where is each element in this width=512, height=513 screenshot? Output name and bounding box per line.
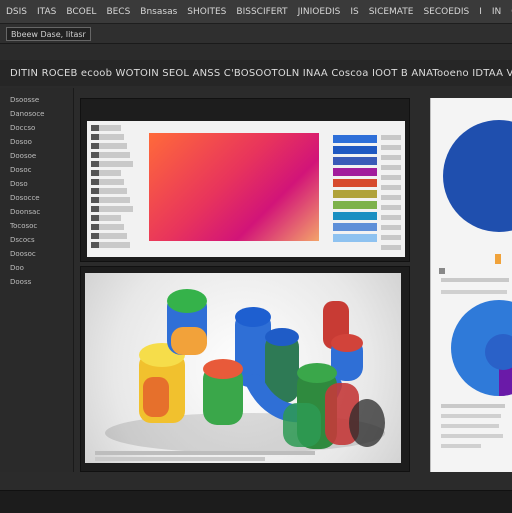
- mini-line: [381, 145, 401, 150]
- sidebar-item[interactable]: Doo: [10, 264, 70, 272]
- menu-item[interactable]: Bnsasas: [140, 7, 177, 17]
- mini-line: [381, 155, 401, 160]
- list-line: [91, 161, 133, 167]
- menu-bar: DSIS ITAS BCOEL BECS Bnsasas SHOITES BISSCIFER…: [0, 0, 512, 24]
- menu-item[interactable]: BCOEL: [66, 7, 96, 17]
- color-swatches: [333, 135, 377, 245]
- sidebar-item[interactable]: Doonsac: [10, 208, 70, 216]
- render-preview: [85, 273, 401, 463]
- list-line: [91, 143, 127, 149]
- menu-item[interactable]: BECS: [106, 7, 130, 17]
- sidebar-item[interactable]: Dosoo: [10, 138, 70, 146]
- mini-line: [381, 175, 401, 180]
- window-title: DITIN ROCEB ecoob WOTOIN SEOL ANSS C'BOS…: [10, 67, 512, 79]
- sidebar: Dsoosse Danosoce Doccso Dosoo Doosoe Dosoc Dos…: [0, 88, 74, 472]
- bottom-preview-panel: [80, 266, 410, 472]
- list-line: [91, 197, 130, 203]
- gradient-preview: [149, 133, 319, 241]
- menu-item[interactable]: BISSCIFERT: [236, 7, 287, 17]
- sidebar-item[interactable]: Dscocs: [10, 236, 70, 244]
- list-line: [91, 170, 121, 176]
- small-icon: [439, 268, 445, 274]
- render-scene: [95, 289, 385, 461]
- mini-line: [381, 235, 401, 240]
- menu-item[interactable]: ITAS: [37, 7, 56, 17]
- list-line: [91, 233, 127, 239]
- top-preview-list: [91, 125, 135, 251]
- menu-item[interactable]: IS: [350, 7, 358, 17]
- yellow-cylinder: [139, 343, 185, 423]
- mini-line: [381, 245, 401, 250]
- blue-circle: [443, 120, 512, 232]
- sidebar-item[interactable]: Doso: [10, 180, 70, 188]
- top-preview-canvas: [87, 121, 405, 257]
- mini-line: [381, 195, 401, 200]
- list-line: [91, 242, 130, 248]
- color-swatch[interactable]: [333, 168, 377, 176]
- mini-line: [381, 165, 401, 170]
- sidebar-item[interactable]: Dosocce: [10, 194, 70, 202]
- toolbar: Bbeew Dase, Iitasr: [0, 24, 512, 44]
- orange-marker: [495, 254, 501, 264]
- color-swatch[interactable]: [333, 234, 377, 242]
- list-line: [91, 179, 124, 185]
- toolbar-search-field[interactable]: Bbeew Dase, Iitasr: [6, 26, 91, 41]
- window-title-bar: DITIN ROCEB ecoob WOTOIN SEOL ANSS C'BOS…: [0, 60, 512, 86]
- list-line: [91, 188, 127, 194]
- list-line: [91, 206, 133, 212]
- menu-item[interactable]: SHOITES: [187, 7, 226, 17]
- list-line: [91, 125, 121, 131]
- sidebar-item[interactable]: Dsoosse: [10, 96, 70, 104]
- green-blue-cylinder: [167, 289, 207, 355]
- mini-line: [381, 135, 401, 140]
- right-charts: [439, 120, 512, 448]
- list-line: [91, 215, 121, 221]
- sidebar-item[interactable]: Dosoc: [10, 166, 70, 174]
- color-swatch[interactable]: [333, 212, 377, 220]
- list-line: [91, 134, 124, 140]
- sidebar-item[interactable]: Doosoc: [10, 250, 70, 258]
- color-swatch[interactable]: [333, 201, 377, 209]
- color-swatch[interactable]: [333, 135, 377, 143]
- top-preview-right-lines: [381, 135, 401, 255]
- menu-item[interactable]: SICEMATE: [369, 7, 414, 17]
- purple-blue-chart: [451, 300, 512, 396]
- mini-line: [381, 185, 401, 190]
- mini-line: [381, 225, 401, 230]
- sidebar-item[interactable]: Tocosoc: [10, 222, 70, 230]
- sidebar-item[interactable]: Doosoe: [10, 152, 70, 160]
- menu-item[interactable]: SECOEDIS: [423, 7, 469, 17]
- list-line: [91, 152, 130, 158]
- list-line: [91, 224, 124, 230]
- top-preview-panel: [80, 98, 410, 262]
- right-inspector-panel: [430, 98, 512, 472]
- color-swatch[interactable]: [333, 179, 377, 187]
- color-swatch[interactable]: [333, 146, 377, 154]
- color-swatch[interactable]: [333, 157, 377, 165]
- status-bar: [0, 490, 512, 513]
- color-swatch[interactable]: [333, 223, 377, 231]
- menu-item[interactable]: DSIS: [6, 7, 27, 17]
- right-tubes: [283, 301, 385, 449]
- color-swatch[interactable]: [333, 190, 377, 198]
- sidebar-item[interactable]: Danosoce: [10, 110, 70, 118]
- sidebar-item[interactable]: Dooss: [10, 278, 70, 286]
- menu-item[interactable]: IN: [492, 7, 501, 17]
- menu-item[interactable]: I: [479, 7, 482, 17]
- mini-line: [381, 215, 401, 220]
- mini-line: [381, 205, 401, 210]
- sidebar-item[interactable]: Doccso: [10, 124, 70, 132]
- menu-item[interactable]: JINIOEDIS: [298, 7, 341, 17]
